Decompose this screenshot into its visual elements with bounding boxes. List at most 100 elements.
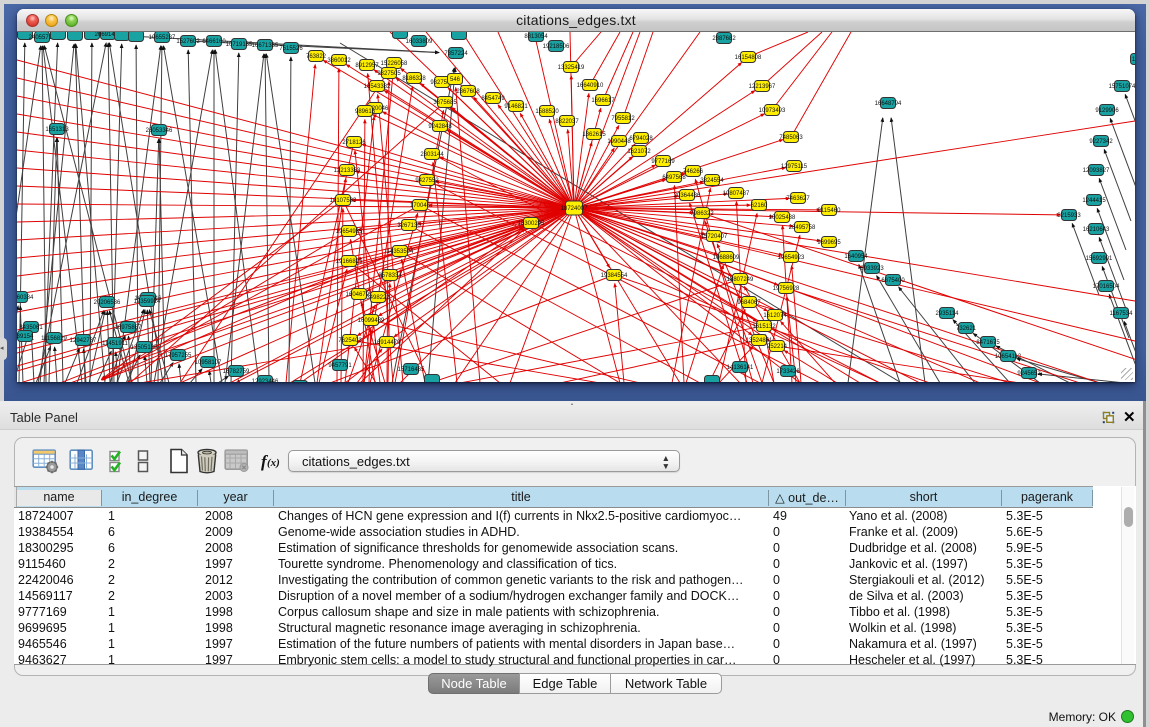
svg-text:15751074: 15751074 [1109,84,1135,90]
svg-text:7463627: 7463627 [786,196,810,202]
svg-text:1990448: 1990448 [607,139,631,145]
svg-text:19654935: 19654935 [336,229,363,235]
svg-text:1362615: 1362615 [582,132,606,138]
svg-text:6497568: 6497568 [662,175,686,181]
svg-text:1112: 1112 [1132,57,1135,63]
svg-text:15692901: 15692901 [1086,256,1113,262]
svg-text:1167534: 1167534 [1110,311,1134,317]
svg-text:732621: 732621 [956,326,977,332]
svg-text:3498222: 3498222 [366,295,390,301]
svg-text:2803144: 2803144 [420,152,444,158]
svg-text:12923446: 12923446 [252,379,279,382]
svg-text:1640954: 1640954 [844,254,868,260]
svg-text:11451911: 11451911 [102,341,128,347]
svg-text:3267130: 3267130 [397,223,421,229]
svg-text:7955812: 7955812 [611,116,635,122]
svg-text:20364436: 20364436 [674,193,701,199]
svg-text:6794028: 6794028 [629,136,653,142]
svg-text:3215933: 3215933 [1057,213,1081,219]
svg-text:7485063: 7485063 [779,135,803,141]
svg-text:7357224: 7357224 [444,51,468,57]
svg-text:8933923: 8933923 [860,266,884,272]
svg-text:19384554: 19384554 [601,273,628,279]
svg-text:10958107: 10958107 [195,360,222,366]
svg-text:2367608: 2367608 [456,89,480,95]
svg-text:17016504: 17016504 [1093,284,1120,290]
svg-text:16640910: 16640910 [577,83,604,89]
svg-text:17957255: 17957255 [165,353,192,359]
svg-text:7515526: 7515526 [279,46,303,52]
svg-text:16543382: 16543382 [364,84,391,90]
svg-text:9777169: 9777169 [651,159,675,165]
svg-text:8912957: 8912957 [355,63,379,69]
svg-text:10973493: 10973493 [759,108,786,114]
svg-text:9242848: 9242848 [428,124,452,130]
svg-text:2935114: 2935114 [936,311,960,317]
svg-text:6466160: 6466160 [202,39,226,45]
svg-text:16033809: 16033809 [406,39,433,45]
svg-text:9457791: 9457791 [328,363,352,369]
svg-text:7625402: 7625402 [338,338,362,344]
svg-text:989618: 989618 [355,109,376,115]
svg-text:12213363: 12213363 [334,168,361,174]
svg-text:16154808: 16154808 [735,55,762,61]
svg-text:9115460: 9115460 [818,208,842,214]
svg-text:9245652: 9245652 [1017,371,1041,377]
svg-text:(x): (x) [267,457,280,469]
svg-text:9227342: 9227342 [1089,139,1113,145]
svg-text:26160334: 26160334 [17,295,34,301]
svg-text:746266: 746266 [683,169,704,175]
svg-text:62160: 62160 [751,203,768,209]
svg-text:1651313: 1651313 [45,127,69,133]
svg-text:10025438: 10025438 [769,215,796,221]
svg-text:8454749: 8454749 [481,96,505,102]
svg-text:8471675: 8471675 [976,340,1000,346]
svg-text:16914479: 16914479 [374,340,401,346]
svg-text:12505135: 12505135 [131,345,158,351]
svg-text:252214: 252214 [767,344,788,350]
svg-text:16671355: 16671355 [252,43,279,49]
svg-text:16782759: 16782759 [223,369,250,375]
svg-text:1621072: 1621072 [627,149,651,155]
svg-text:39154: 39154 [17,334,34,340]
svg-text:2887682: 2887682 [712,36,736,42]
svg-text:170046: 170046 [410,203,431,209]
svg-text:9699695: 9699695 [817,240,841,246]
svg-text:1696617: 1696617 [591,98,615,104]
svg-text:16107533: 16107533 [330,198,357,204]
svg-text:7986322: 7986322 [690,211,714,217]
svg-text:12942737: 12942737 [70,338,97,344]
svg-text:13325419: 13325419 [558,65,585,71]
svg-text:19654923: 19654923 [778,255,805,261]
svg-text:9684067: 9684067 [737,300,761,306]
svg-text:12213967: 12213967 [749,84,776,90]
svg-text:15716485: 15716485 [398,367,425,373]
svg-text:1733426: 1733426 [776,369,800,375]
svg-text:10719155: 10719155 [226,42,253,48]
svg-text:11156829: 11156829 [41,336,67,342]
svg-text:14136141: 14136141 [727,365,754,371]
svg-text:10807487: 10807487 [723,191,750,197]
svg-text:1527602: 1527602 [176,39,200,45]
svg-text:9129906: 9129906 [1095,108,1119,114]
svg-text:9427552: 9427552 [415,178,439,184]
svg-text:8322037: 8322037 [555,119,579,125]
svg-text:10655287: 10655287 [149,35,176,41]
svg-text:3824554: 3824554 [700,178,724,184]
svg-text:6875400: 6875400 [881,278,905,284]
svg-text:8813054: 8813054 [524,34,548,40]
svg-text:763822: 763822 [306,54,327,60]
svg-text:9146821: 9146821 [504,104,528,110]
svg-text:19166825: 19166825 [336,259,363,265]
svg-text:14353594: 14353594 [387,249,414,255]
svg-text:16210643: 16210643 [1083,227,1110,233]
svg-text:19756928: 19756928 [773,286,800,292]
svg-text:26053346: 26053346 [146,128,173,134]
svg-text:18807249: 18807249 [727,277,754,283]
svg-text:20206536: 20206536 [94,300,121,306]
svg-text:1244415: 1244415 [1082,198,1106,204]
svg-text:15226058: 15226058 [381,61,408,67]
svg-text:12975115: 12975115 [781,164,808,170]
svg-text:10688609: 10688609 [713,255,740,261]
svg-text:10975867: 10975867 [115,325,142,331]
